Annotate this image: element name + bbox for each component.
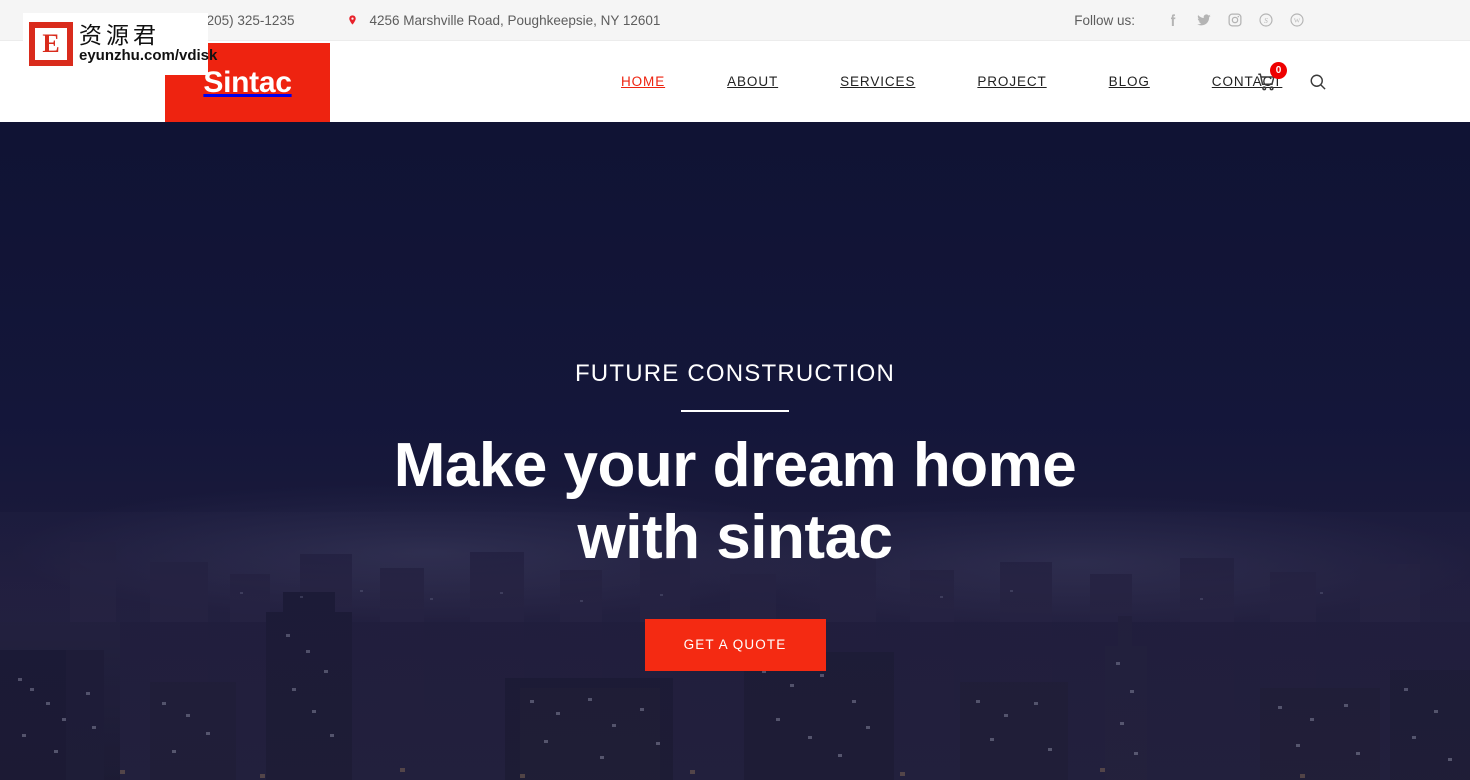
watermark-url: eyunzhu.com/vdisk <box>79 46 218 64</box>
svg-text:S: S <box>1264 16 1268 25</box>
get-a-quote-button[interactable]: GET A QUOTE <box>644 618 826 671</box>
cart-count-badge: 0 <box>1270 61 1287 79</box>
hero-title-line-2: with sintac <box>577 502 893 572</box>
nav-item-home[interactable]: HOME <box>590 74 696 89</box>
hero-title-line-1: Make your dream home <box>393 431 1077 500</box>
site-logo-text: Sintac <box>203 65 292 99</box>
hero-title: Make your dream home with sintac <box>394 430 1077 574</box>
svg-text:W: W <box>1293 18 1300 25</box>
nav-item-services[interactable]: SERVICES <box>809 74 946 89</box>
search-button[interactable] <box>1308 72 1328 92</box>
watermark-text-group: 资源君 eyunzhu.com/vdisk <box>79 24 217 65</box>
facebook-icon[interactable] <box>1157 10 1188 30</box>
instagram-icon[interactable] <box>1219 10 1250 30</box>
navbar-tools: 0 <box>1256 41 1328 122</box>
wordpress-icon[interactable]: W <box>1281 10 1312 30</box>
watermark-logo-badge: E <box>29 22 73 66</box>
nav-item-about[interactable]: ABOUT <box>696 74 809 89</box>
watermark-overlay: E 资源君 eyunzhu.com/vdisk <box>23 13 217 75</box>
top-bar: +1 (205) 325-1235 4256 Marshville Road, … <box>0 0 1470 41</box>
twitter-icon[interactable] <box>1188 10 1219 30</box>
hero-section: FUTURE CONSTRUCTION Make your dream home… <box>0 122 1470 780</box>
watermark-letter: E <box>35 28 67 60</box>
social-group: Follow us: S W <box>1074 10 1470 30</box>
follow-us-label: Follow us: <box>1074 12 1135 28</box>
main-navbar: Sintac HOME ABOUT SERVICES PROJECT BLOG … <box>0 41 1470 122</box>
nav-item-project[interactable]: PROJECT <box>946 74 1077 89</box>
map-pin-icon <box>346 13 359 27</box>
hero-divider <box>681 410 789 412</box>
shopping-cart-button[interactable]: 0 <box>1256 61 1287 93</box>
skype-icon[interactable]: S <box>1250 10 1281 30</box>
watermark-chinese-text: 资源君 <box>79 22 160 49</box>
hero-content: FUTURE CONSTRUCTION Make your dream home… <box>0 122 1470 780</box>
address-link[interactable]: 4256 Marshville Road, Poughkeepsie, NY 1… <box>346 13 660 28</box>
address-text: 4256 Marshville Road, Poughkeepsie, NY 1… <box>369 12 661 28</box>
hero-subtitle: FUTURE CONSTRUCTION <box>574 360 896 387</box>
primary-navigation: HOME ABOUT SERVICES PROJECT BLOG CONTACT <box>590 41 1313 122</box>
page-root: +1 (205) 325-1235 4256 Marshville Road, … <box>0 0 1470 780</box>
nav-item-blog[interactable]: BLOG <box>1078 74 1181 89</box>
